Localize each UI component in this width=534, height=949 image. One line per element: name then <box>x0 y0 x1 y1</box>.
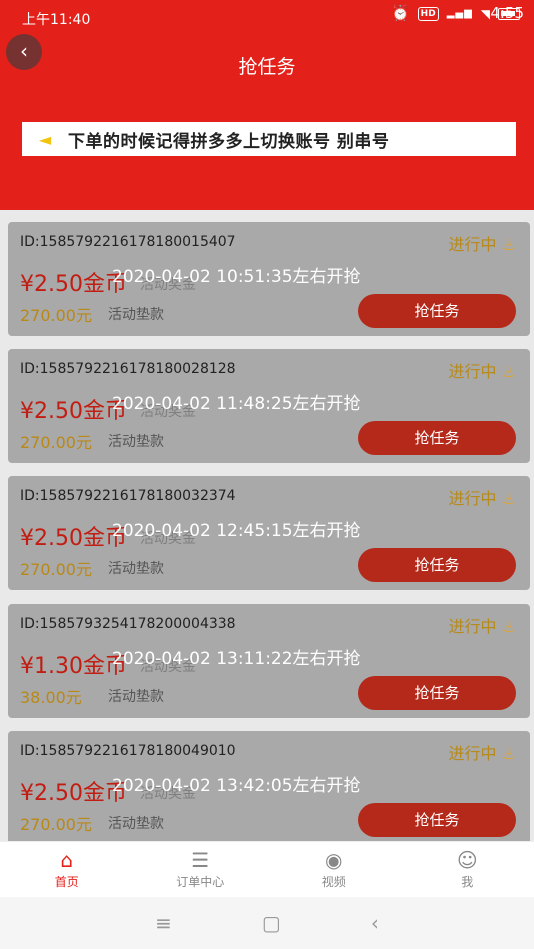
flame-icon: ♨ <box>501 744 516 763</box>
amount-tag: 活动垫款 <box>108 434 164 450</box>
task-amount: 270.00元 <box>20 815 92 834</box>
amount-tag: 活动垫款 <box>108 689 164 705</box>
notice-banner: ◄ 下单的时候记得拼多多上切换账号 别串号 <box>22 122 516 156</box>
task-amount: 270.00元 <box>20 433 92 452</box>
task-price: ¥2.50金币 <box>20 781 127 806</box>
overlay-time: 4:55 <box>490 4 524 22</box>
tab-label: 首页 <box>54 875 79 889</box>
tab-label: 订单中心 <box>176 875 225 889</box>
tab-me[interactable]: ☺ 我 <box>401 842 534 897</box>
start-time: 2020-04-02 11:48:25左右开抢 <box>112 394 361 414</box>
task-card: ID:1585792216178180028128 进行中 ♨ ¥2.50金币 … <box>8 349 530 463</box>
task-amount: 38.00元 <box>20 688 82 707</box>
home-icon: ⌂ <box>60 848 74 872</box>
status-bar: 上午11:40 ⏰ HD ▂▄▆ ◥ 4:55 <box>0 0 534 34</box>
tab-label: 视频 <box>321 875 346 889</box>
tab-bar: ⌂ 首页 ☰ 订单中心 ◉ 视频 ☺ 我 <box>0 841 534 897</box>
flame-icon: ♨ <box>501 235 516 254</box>
task-id: ID:1585792216178180049010 <box>20 743 236 759</box>
task-id: ID:1585793254178200004338 <box>20 616 236 632</box>
status-badge: 进行中 ♨ <box>448 235 516 254</box>
user-icon: ☺ <box>456 848 478 872</box>
task-card: ID:1585793254178200004338 进行中 ♨ ¥1.30金币 … <box>8 604 530 718</box>
task-price: ¥2.50金币 <box>20 526 127 551</box>
wifi-icon: ◥ <box>480 6 490 21</box>
task-id: ID:1585792216178180028128 <box>20 361 236 377</box>
back-triangle-icon[interactable]: ‹ <box>371 911 379 935</box>
tab-label: 我 <box>461 875 474 889</box>
header: 上午11:40 ⏰ HD ▂▄▆ ◥ 4:55 ‹ 抢任务 ◄ 下单的时候记得拼… <box>0 0 534 210</box>
task-price: ¥2.50金币 <box>20 399 127 424</box>
alarm-icon: ⏰ <box>390 4 410 22</box>
page-title: 抢任务 <box>238 56 296 78</box>
tab-home[interactable]: ⌂ 首页 <box>0 842 134 897</box>
grab-task-button[interactable]: 抢任务 <box>358 803 516 837</box>
status-badge: 进行中 ♨ <box>448 617 516 636</box>
amount-tag: 活动垫款 <box>108 307 164 323</box>
grab-task-button[interactable]: 抢任务 <box>358 421 516 455</box>
start-time: 2020-04-02 12:45:15左右开抢 <box>112 521 361 541</box>
task-price: ¥2.50金币 <box>20 272 127 297</box>
tab-orders[interactable]: ☰ 订单中心 <box>134 842 268 897</box>
signal-icon: ▂▄▆ <box>446 8 473 19</box>
task-card: ID:1585792216178180015407 进行中 ♨ ¥2.50金币 … <box>8 222 530 336</box>
task-amount: 270.00元 <box>20 560 92 579</box>
home-square-icon[interactable]: ▢ <box>262 911 281 935</box>
task-amount: 270.00元 <box>20 306 92 325</box>
notice-text: 下单的时候记得拼多多上切换账号 别串号 <box>68 131 390 152</box>
task-card: ID:1585792216178180032374 进行中 ♨ ¥2.50金币 … <box>8 476 530 590</box>
status-time: 上午11:40 <box>22 12 91 28</box>
start-time: 2020-04-02 13:11:22左右开抢 <box>112 649 361 669</box>
system-nav-bar: ≡ ▢ ‹ <box>0 897 534 949</box>
amount-tag: 活动垫款 <box>108 816 164 832</box>
start-time: 2020-04-02 10:51:35左右开抢 <box>112 267 361 287</box>
task-card: ID:1585792216178180049010 进行中 ♨ ¥2.50金币 … <box>8 731 530 845</box>
grab-task-button[interactable]: 抢任务 <box>358 294 516 328</box>
flame-icon: ♨ <box>501 362 516 381</box>
order-icon: ☰ <box>191 848 210 872</box>
task-id: ID:1585792216178180032374 <box>20 488 236 504</box>
hd-icon: HD <box>417 6 439 21</box>
tab-video[interactable]: ◉ 视频 <box>267 842 401 897</box>
menu-icon[interactable]: ≡ <box>155 911 172 935</box>
flame-icon: ♨ <box>501 489 516 508</box>
grab-task-button[interactable]: 抢任务 <box>358 676 516 710</box>
megaphone-icon: ◄ <box>38 129 52 149</box>
task-id: ID:1585792216178180015407 <box>20 234 236 250</box>
video-icon: ◉ <box>325 848 343 872</box>
flame-icon: ♨ <box>501 617 516 636</box>
grab-task-button[interactable]: 抢任务 <box>358 548 516 582</box>
status-badge: 进行中 ♨ <box>448 489 516 508</box>
status-badge: 进行中 ♨ <box>448 362 516 381</box>
start-time: 2020-04-02 13:42:05左右开抢 <box>112 776 361 796</box>
amount-tag: 活动垫款 <box>108 561 164 577</box>
task-price: ¥1.30金币 <box>20 654 127 679</box>
status-badge: 进行中 ♨ <box>448 744 516 763</box>
